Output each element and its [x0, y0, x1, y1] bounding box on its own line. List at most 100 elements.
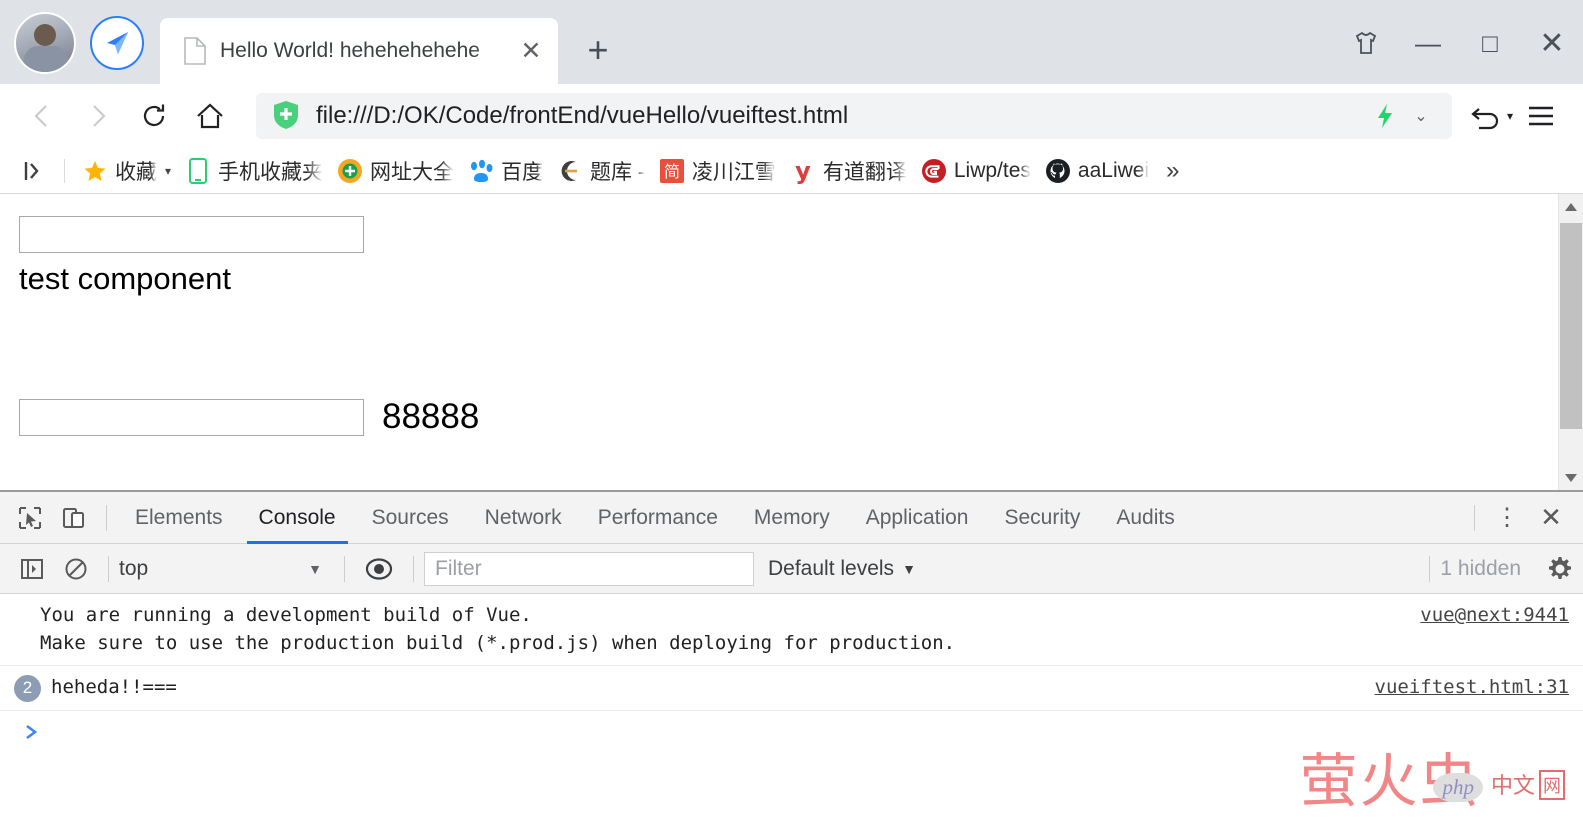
console-prompt[interactable]: [0, 711, 1583, 757]
live-expression-icon[interactable]: [355, 557, 403, 581]
back-button[interactable]: [14, 92, 70, 140]
console-message-warning[interactable]: You are running a development build of V…: [0, 594, 1583, 667]
devtools-divider-right: [1474, 504, 1475, 531]
chevron-down-icon[interactable]: ▾: [165, 164, 171, 178]
bookmarks-panel-icon[interactable]: [14, 159, 54, 183]
page-content: test component 88888: [0, 194, 1558, 490]
chevron-down-icon[interactable]: ⌄: [1400, 106, 1442, 126]
close-window-button[interactable]: ✕: [1521, 15, 1583, 71]
scroll-up-icon[interactable]: [1559, 194, 1583, 219]
bookmark-item-youdao-fanyi[interactable]: y 有道翻译: [783, 152, 914, 190]
bookmark-item-shoucang[interactable]: 收藏 ▾: [75, 152, 178, 190]
baidu-paw-icon: [468, 158, 494, 184]
console-toolbar: top ▼ Filter Default levels ▼ 1 hidden: [0, 544, 1583, 594]
browser-tab[interactable]: Hello World! hehehehehehe ✕: [160, 18, 558, 84]
tab-audits[interactable]: Audits: [1098, 492, 1192, 544]
jian-icon: 简: [659, 158, 685, 184]
page-number-value: 88888: [382, 397, 480, 436]
console-message-source-link[interactable]: vue@next:9441: [1400, 602, 1569, 630]
home-button[interactable]: [182, 92, 238, 140]
theme-shirt-icon[interactable]: [1335, 15, 1397, 71]
console-output[interactable]: You are running a development build of V…: [0, 594, 1583, 822]
browser-window: Hello World! hehehehehehe ✕ + — □ ✕ file…: [0, 0, 1583, 822]
new-tab-button[interactable]: +: [572, 24, 624, 76]
close-icon[interactable]: ✕: [514, 34, 548, 68]
scroll-down-icon[interactable]: [1559, 465, 1583, 490]
console-sidebar-icon[interactable]: [10, 548, 54, 590]
devtools-close-button[interactable]: ✕: [1529, 497, 1573, 539]
watermark-php-logo: php: [1433, 773, 1483, 802]
page-scrollbar[interactable]: [1558, 194, 1583, 490]
tab-application[interactable]: Application: [848, 492, 987, 544]
clear-console-icon[interactable]: [54, 548, 98, 590]
context-selector[interactable]: top ▼: [119, 557, 334, 581]
page-heading: test component: [19, 261, 231, 296]
devtools-more-button[interactable]: ⋮: [1485, 497, 1529, 539]
input-number-row: 88888: [19, 397, 1558, 437]
github-icon: [1045, 158, 1071, 184]
bookmark-label: 收藏: [115, 160, 157, 184]
devtools-tab-bar: Elements Console Sources Network Perform…: [0, 492, 1583, 544]
svg-text:简: 简: [664, 162, 680, 181]
bookmark-item-wangzhi-daquan[interactable]: 网址大全: [330, 152, 461, 190]
filter-placeholder: Filter: [435, 556, 482, 580]
bookmarks-overflow-button[interactable]: »: [1166, 157, 1179, 185]
tab-console[interactable]: Console: [241, 492, 354, 544]
log-levels-label: Default levels: [768, 556, 895, 580]
gear-icon[interactable]: [1537, 556, 1583, 582]
scrollbar-thumb[interactable]: [1560, 223, 1582, 429]
avatar[interactable]: [14, 12, 76, 74]
message-count-badge: 2: [14, 675, 41, 703]
browser-menu-button[interactable]: [1513, 92, 1569, 140]
reload-button[interactable]: [126, 92, 182, 140]
console-toolbar-divider-2: [344, 555, 345, 582]
text-input-2[interactable]: [19, 398, 364, 436]
text-input-1[interactable]: [19, 216, 364, 253]
bookmarks-divider: [64, 158, 65, 183]
plus-circle-icon: [337, 158, 363, 184]
tab-memory[interactable]: Memory: [736, 492, 848, 544]
chevron-down-icon: ▼: [308, 560, 322, 577]
devtools-panel: Elements Console Sources Network Perform…: [0, 490, 1583, 822]
forward-button[interactable]: [70, 92, 126, 140]
bookmark-item-tiku[interactable]: 题库 -: [550, 152, 652, 190]
url-text[interactable]: file:///D:/OK/Code/frontEnd/vueHello/vue…: [316, 102, 1370, 130]
maximize-button[interactable]: □: [1459, 15, 1521, 71]
bookmark-label: 网址大全: [370, 160, 455, 184]
watermark-zh: 中文: [1490, 774, 1535, 799]
address-bar[interactable]: file:///D:/OK/Code/frontEnd/vueHello/vue…: [256, 93, 1452, 139]
navigation-toolbar: file:///D:/OK/Code/frontEnd/vueHello/vue…: [0, 84, 1583, 148]
watermark-text: 萤火虫: [1299, 747, 1480, 815]
undo-button[interactable]: ▾: [1470, 101, 1513, 131]
minimize-button[interactable]: —: [1397, 15, 1459, 71]
console-filter-input[interactable]: Filter: [424, 551, 754, 586]
shield-icon: [272, 100, 302, 132]
log-levels-selector[interactable]: Default levels ▼: [768, 557, 916, 581]
bookmark-label: 题库 -: [590, 160, 645, 184]
prompt-arrow-icon: [24, 721, 40, 747]
svg-text:y: y: [795, 158, 811, 184]
tiku-icon: [557, 158, 583, 184]
bookmark-item-github-aaliwei[interactable]: aaLiwei: [1038, 152, 1156, 190]
watermark-net: 网: [1539, 770, 1565, 800]
lightning-icon[interactable]: [1370, 103, 1400, 129]
tab-sources[interactable]: Sources: [354, 492, 467, 544]
browser-logo-icon[interactable]: [90, 16, 144, 70]
cursor-select-icon[interactable]: [8, 497, 52, 539]
bookmark-item-baidu[interactable]: 百度: [461, 152, 550, 190]
phone-icon: [185, 157, 211, 184]
bookmark-item-lingchuanjiangxue[interactable]: 简 凌川江雪: [652, 152, 783, 190]
tab-performance[interactable]: Performance: [580, 492, 736, 544]
tab-elements[interactable]: Elements: [117, 492, 241, 544]
tab-network[interactable]: Network: [467, 492, 580, 544]
console-toolbar-divider: [108, 555, 109, 582]
tab-security[interactable]: Security: [986, 492, 1098, 544]
scrollbar-track[interactable]: [1559, 219, 1583, 465]
youdao-icon: y: [790, 158, 816, 184]
bookmark-item-gitee-repo[interactable]: Liwp/tes: [914, 152, 1038, 190]
device-toolbar-icon[interactable]: [52, 497, 96, 539]
chevron-down-icon: ▼: [902, 560, 916, 577]
console-message-source-link[interactable]: vueiftest.html:31: [1355, 674, 1569, 702]
console-message-log[interactable]: 2 heheda!!=== vueiftest.html:31: [0, 666, 1583, 712]
bookmark-item-phone-favorites[interactable]: 手机收藏夹: [178, 152, 330, 190]
